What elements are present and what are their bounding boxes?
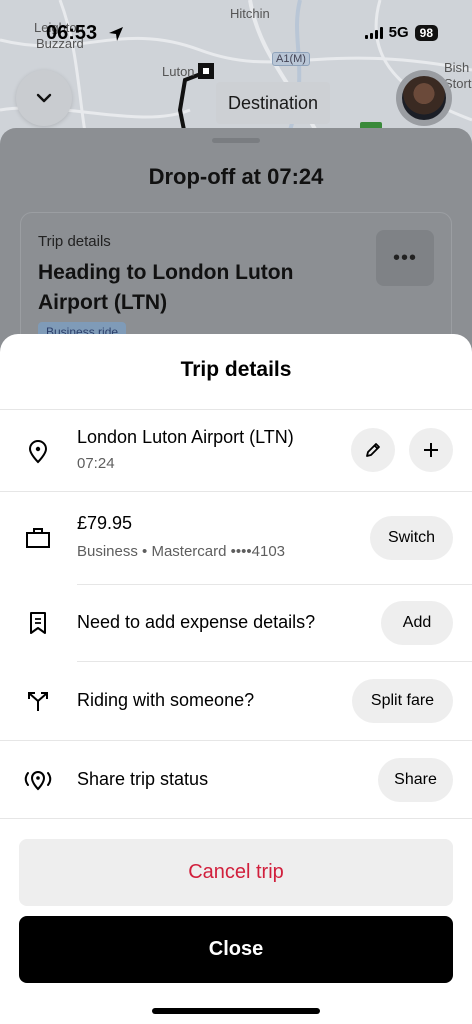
title-divider (0, 409, 472, 410)
signal-icon (364, 26, 383, 39)
switch-payment-button[interactable]: Switch (370, 516, 453, 560)
pencil-icon (366, 443, 380, 457)
row-divider (77, 661, 472, 662)
edit-destination-button[interactable] (351, 428, 395, 472)
home-indicator[interactable] (152, 1008, 320, 1014)
row-divider (77, 584, 472, 585)
close-button[interactable]: Close (19, 916, 453, 983)
network-type: 5G (388, 24, 409, 41)
trip-card-label: Trip details (38, 233, 111, 250)
collapse-button[interactable] (16, 70, 72, 126)
status-indicators: 5G 98 (364, 24, 438, 41)
trip-card-title: Heading to London Luton Airport (LTN) (38, 261, 294, 314)
payment-method: Business • Mastercard ••••4103 (77, 543, 286, 560)
destination-name: London Luton Airport (LTN) (77, 427, 294, 447)
row-divider (0, 818, 472, 819)
row-divider (0, 740, 472, 741)
modal-title: Trip details (180, 358, 292, 381)
battery-indicator: 98 (414, 24, 438, 41)
plus-icon (424, 443, 438, 457)
location-pin-icon (24, 438, 52, 466)
receipt-icon (24, 609, 52, 637)
map-label-luton: Luton (162, 64, 195, 79)
add-expense-button[interactable]: Add (381, 601, 453, 645)
map-label-bish: Bish (444, 60, 470, 75)
briefcase-icon (24, 524, 52, 552)
more-options-button[interactable]: ••• (376, 230, 434, 286)
share-trip-label: Share trip status (77, 769, 209, 789)
status-time: 06:53 (46, 22, 98, 44)
add-stop-button[interactable] (409, 428, 453, 472)
split-arrows-icon (24, 687, 52, 715)
location-arrow-icon (109, 27, 123, 41)
dropoff-time-heading: Drop-off at 07:24 (148, 164, 324, 189)
split-fare-button[interactable]: Split fare (352, 679, 453, 723)
route-line (177, 70, 207, 131)
row-divider (0, 491, 472, 492)
fare-amount: £79.95 (77, 513, 133, 533)
avatar[interactable] (396, 70, 452, 126)
split-fare-prompt: Riding with someone? (77, 690, 255, 710)
expense-prompt: Need to add expense details? (77, 612, 316, 632)
map-road-badge: A1(M) (272, 52, 310, 66)
sheet-handle (212, 138, 260, 143)
share-trip-button[interactable]: Share (378, 758, 453, 802)
chevron-down-icon (36, 93, 52, 103)
map-label-hitchin: Hitchin (230, 6, 270, 21)
share-location-icon (24, 766, 52, 794)
destination-eta: 07:24 (77, 455, 115, 472)
destination-label[interactable]: Destination (216, 82, 331, 124)
avatar-image (402, 76, 446, 120)
cancel-trip-button[interactable]: Cancel trip (19, 839, 453, 906)
